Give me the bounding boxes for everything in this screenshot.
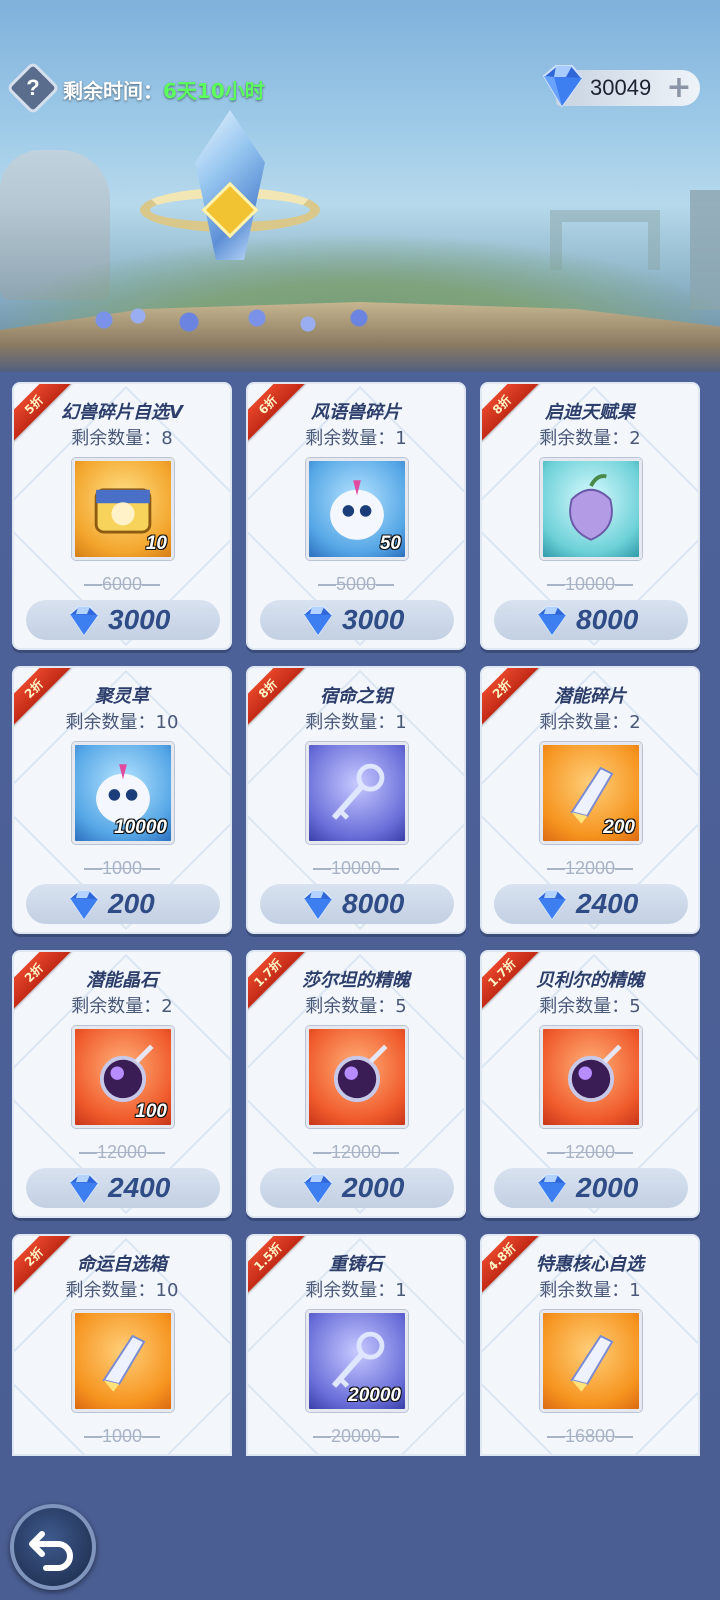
remaining-count: 剩余数量：1 <box>539 1280 641 1301</box>
item-card[interactable]: 8折启迪天赋果剩余数量：2100008000 <box>480 382 700 650</box>
diamond-icon <box>66 1172 102 1206</box>
item-icon[interactable] <box>540 1310 642 1412</box>
sale-price: 2400 <box>576 888 639 919</box>
original-price: 6000 <box>14 574 230 595</box>
original-price: 10000 <box>482 574 698 595</box>
item-card[interactable]: 1.7折贝利尔的精魄剩余数量：5120002000 <box>480 950 700 1218</box>
diamond-icon <box>534 1172 570 1206</box>
diamond-icon <box>66 604 102 638</box>
item-quantity: 20000 <box>348 1385 401 1406</box>
diamond-icon <box>66 888 102 922</box>
diamond-icon <box>300 1172 336 1206</box>
remaining-time: 剩余时间： 6天10小时 <box>63 74 265 104</box>
original-price: 12000 <box>248 1142 464 1163</box>
diamond-icon <box>300 888 336 922</box>
diamond-icon <box>534 604 570 638</box>
buy-button[interactable]: 200 <box>26 884 220 924</box>
item-icon[interactable] <box>540 1026 642 1128</box>
timer-value: 6天10小时 <box>163 78 265 103</box>
crystal-emblem <box>140 110 320 280</box>
item-quantity: 100 <box>135 1101 167 1122</box>
remaining-count: 剩余数量：2 <box>539 428 641 449</box>
sale-price: 3000 <box>108 604 171 635</box>
sale-price: 2400 <box>108 1172 171 1203</box>
remaining-count: 剩余数量：2 <box>71 996 173 1017</box>
item-card[interactable]: 8折宿命之钥剩余数量：1100008000 <box>246 666 466 934</box>
original-price: 1000 <box>14 1426 230 1447</box>
sale-price: 3000 <box>342 604 405 635</box>
original-price: 12000 <box>14 1142 230 1163</box>
remaining-count: 剩余数量：8 <box>71 428 173 449</box>
diamond-icon <box>534 888 570 922</box>
buy-button[interactable]: 8000 <box>260 884 454 924</box>
original-price: 16800 <box>482 1426 698 1447</box>
sale-price: 200 <box>108 888 155 919</box>
back-button[interactable] <box>10 1504 96 1590</box>
currency-amount: 30049 <box>590 75 652 100</box>
diamond-icon <box>542 65 584 108</box>
original-price: 12000 <box>482 1142 698 1163</box>
remaining-count: 剩余数量：10 <box>65 1280 179 1301</box>
item-icon[interactable] <box>306 742 408 844</box>
remaining-count: 剩余数量：1 <box>305 1280 407 1301</box>
buy-button[interactable]: 2000 <box>494 1168 688 1208</box>
item-card[interactable]: 1.5折重铸石剩余数量：12000020000 <box>246 1234 466 1456</box>
remaining-count: 剩余数量：1 <box>305 428 407 449</box>
sale-price: 8000 <box>576 604 639 635</box>
original-price: 12000 <box>482 858 698 879</box>
item-card[interactable]: 6折风语兽碎片剩余数量：15050003000 <box>246 382 466 650</box>
back-arrow-icon <box>29 1531 73 1571</box>
item-icon[interactable]: 20000 <box>306 1310 408 1412</box>
item-card[interactable]: 2折潜能碎片剩余数量：2200120002400 <box>480 666 700 934</box>
item-quantity: 10000 <box>114 817 167 838</box>
buy-button[interactable]: 2000 <box>260 1168 454 1208</box>
diamond-icon <box>300 604 336 638</box>
item-icon[interactable]: 100 <box>72 1026 174 1128</box>
item-icon[interactable] <box>540 458 642 560</box>
remaining-count: 剩余数量：5 <box>539 996 641 1017</box>
remaining-count: 剩余数量：5 <box>305 996 407 1017</box>
shop-banner <box>0 0 720 372</box>
timer-label: 剩余时间： <box>63 78 163 103</box>
plus-icon[interactable]: + <box>664 73 694 103</box>
original-price: 5000 <box>248 574 464 595</box>
buy-button[interactable]: 8000 <box>494 600 688 640</box>
sale-price: 8000 <box>342 888 405 919</box>
original-price: 1000 <box>14 858 230 879</box>
remaining-count: 剩余数量：10 <box>65 712 179 733</box>
item-icon[interactable] <box>306 1026 408 1128</box>
remaining-count: 剩余数量：1 <box>305 712 407 733</box>
item-icon[interactable] <box>72 1310 174 1412</box>
item-card[interactable]: 2折聚灵草剩余数量：10100001000200 <box>12 666 232 934</box>
crystal-rubble-decoration <box>70 300 410 340</box>
item-quantity: 50 <box>379 533 401 554</box>
original-price: 20000 <box>248 1426 464 1447</box>
item-quantity: 200 <box>603 817 635 838</box>
buy-button[interactable]: 3000 <box>26 600 220 640</box>
buy-button[interactable]: 2400 <box>26 1168 220 1208</box>
item-icon[interactable]: 10000 <box>72 742 174 844</box>
item-card[interactable]: 4.8折特惠核心自选剩余数量：116800 <box>480 1234 700 1456</box>
item-icon[interactable]: 200 <box>540 742 642 844</box>
item-card[interactable]: 2折潜能晶石剩余数量：2100120002400 <box>12 950 232 1218</box>
item-card[interactable]: 5折幻兽碎片自选V剩余数量：81060003000 <box>12 382 232 650</box>
buy-button[interactable]: 2400 <box>494 884 688 924</box>
item-icon[interactable]: 10 <box>72 458 174 560</box>
original-price: 10000 <box>248 858 464 879</box>
remaining-count: 剩余数量：2 <box>539 712 641 733</box>
buy-button[interactable]: 3000 <box>260 600 454 640</box>
item-quantity: 10 <box>145 533 167 554</box>
item-icon[interactable]: 50 <box>306 458 408 560</box>
item-card[interactable]: 1.7折莎尔坦的精魄剩余数量：5120002000 <box>246 950 466 1218</box>
sale-price: 2000 <box>342 1172 405 1203</box>
sale-price: 2000 <box>576 1172 639 1203</box>
help-icon: ? <box>26 75 40 100</box>
item-card[interactable]: 2折命运自选箱剩余数量：101000 <box>12 1234 232 1456</box>
